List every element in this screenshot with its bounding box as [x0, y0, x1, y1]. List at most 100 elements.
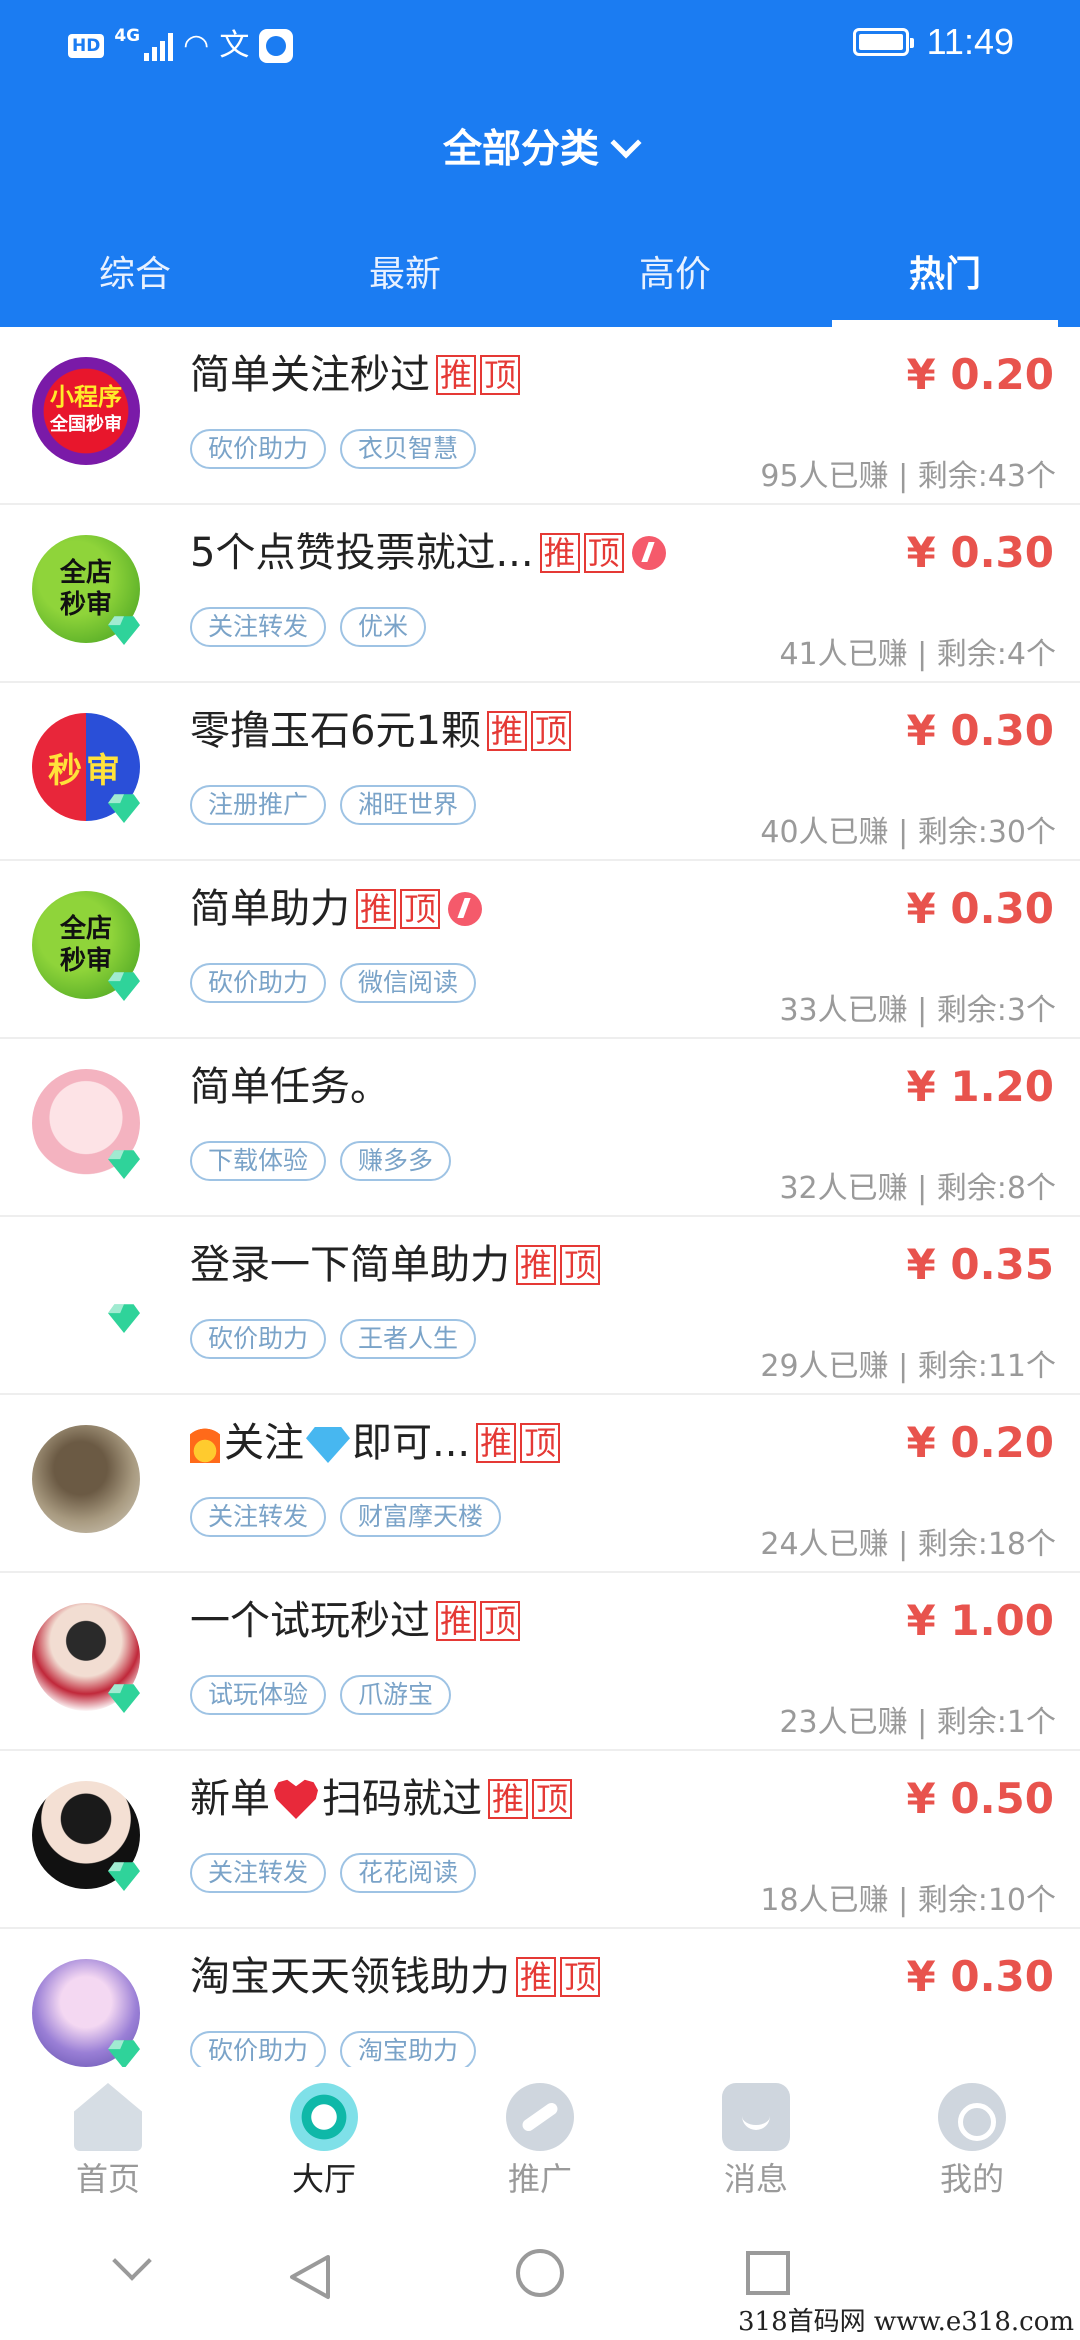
task-title-text: 扫码就过	[322, 1776, 482, 1822]
avatar-text: 小程序	[50, 383, 122, 411]
heart-icon	[274, 1779, 318, 1819]
avatar: 小程序 全国秒审	[32, 357, 140, 465]
diamond-icon	[108, 1301, 140, 1333]
tag: 关注转发	[190, 1497, 327, 1537]
tag-group: 关注转发 花花阅读	[190, 1853, 477, 1893]
list-item[interactable]: 全店 秒审 5个点赞投票就过... 推顶 ¥ 0.30 关注转发 优米 41人已赚 |…	[0, 505, 1080, 683]
recommend-badge: 推	[516, 1245, 557, 1285]
promote-icon	[506, 2083, 574, 2151]
chevron-down-icon	[610, 127, 642, 159]
signal-icon	[144, 31, 174, 61]
nav-label: 大厅	[291, 2160, 356, 2198]
avatar-text: 秒审	[59, 946, 112, 976]
task-stats: 18人已赚 | 剩余:10个	[760, 1883, 1056, 1918]
task-title-text: 登录一下简单助力	[190, 1242, 510, 1288]
task-title: 零撸玉石6元1颗推顶	[190, 703, 730, 759]
tag-group: 试玩体验 爪游宝	[190, 1675, 452, 1715]
battery-icon	[852, 28, 914, 56]
list-item[interactable]: 一个试玩秒过推顶 ¥ 1.00 试玩体验 爪游宝 23人已赚 | 剩余:1个	[0, 1573, 1080, 1751]
back-icon[interactable]	[288, 2253, 332, 2301]
top-badge: 顶	[532, 1779, 573, 1819]
message-icon	[722, 2083, 790, 2151]
tag: 关注转发	[190, 607, 327, 647]
task-title: 简单关注秒过推顶	[190, 347, 730, 403]
home-circle-icon[interactable]	[516, 2249, 564, 2297]
nav-item-promote[interactable]: 推广	[432, 2067, 648, 2207]
nav-item-messages[interactable]: 消息	[648, 2067, 864, 2207]
page-title: 全部分类	[442, 127, 599, 172]
diamond-icon	[108, 1147, 140, 1179]
task-price: ¥ 0.30	[906, 884, 1054, 933]
task-title-text: 5个点赞投票就过...	[190, 530, 534, 576]
task-stats: 40人已赚 | 剩余:30个	[760, 815, 1056, 850]
task-title-text: 零撸玉石6元1颗	[190, 708, 481, 754]
profile-icon	[938, 2083, 1006, 2151]
recommend-badge: 推	[436, 355, 477, 395]
recommend-badge: 推	[516, 1957, 557, 1997]
avatar-text: 全国秒审	[50, 414, 122, 435]
list-item[interactable]: 全店 秒审 简单助力推顶 ¥ 0.30 砍价助力 微信阅读 33人已赚 | 剩余:3…	[0, 861, 1080, 1039]
task-price: ¥ 0.30	[906, 528, 1054, 577]
top-badge: 顶	[480, 355, 521, 395]
tag: 砍价助力	[190, 429, 327, 469]
tab-high-price[interactable]: 高价	[540, 240, 810, 327]
system-nav-bar: 318首码网 www.e318.com	[0, 2207, 1080, 2340]
app-notification-icon	[259, 29, 294, 63]
tag: 淘宝助力	[340, 2031, 477, 2067]
tab-latest[interactable]: 最新	[270, 240, 540, 327]
tab-hot[interactable]: 热门	[810, 240, 1080, 327]
task-stats: 33人已赚 | 剩余:3个	[779, 993, 1056, 1028]
tag-group: 关注转发 财富摩天楼	[190, 1497, 502, 1537]
status-bar: HD 4G ◠ 文 11:49	[0, 0, 1080, 92]
nav-item-home[interactable]: 首页	[0, 2067, 216, 2207]
task-stats: 24人已赚 | 剩余:18个	[760, 1527, 1056, 1562]
list-item[interactable]: 小程序 全国秒审 简单关注秒过推顶 ¥ 0.20 砍价助力 衣贝智慧 95人已赚 |…	[0, 327, 1080, 505]
tag-group: 砍价助力 微信阅读	[190, 963, 477, 1003]
tag: 砍价助力	[190, 2031, 327, 2067]
tag: 砍价助力	[190, 1319, 327, 1359]
category-selector[interactable]: 全部分类	[0, 120, 1080, 180]
top-badge: 顶	[400, 889, 441, 929]
top-badge: 顶	[480, 1601, 521, 1641]
network-type: 4G	[114, 26, 141, 46]
diamond-icon	[108, 613, 140, 645]
nav-label: 我的	[939, 2160, 1004, 2198]
task-price: ¥ 0.20	[906, 1418, 1054, 1467]
tab-comprehensive[interactable]: 综合	[0, 240, 270, 327]
task-price: ¥ 0.20	[906, 350, 1054, 399]
chevron-down-icon[interactable]	[112, 2241, 152, 2281]
tag: 财富摩天楼	[340, 1497, 502, 1537]
watermark: 318首码网 www.e318.com	[738, 2307, 1074, 2337]
tag: 优米	[340, 607, 427, 647]
list-item[interactable]: 淘宝天天领钱助力推顶 ¥ 0.30 砍价助力 淘宝助力	[0, 1929, 1080, 2067]
task-price: ¥ 0.30	[906, 706, 1054, 755]
tag: 衣贝智慧	[340, 429, 477, 469]
avatar-text: 秒审	[48, 750, 124, 791]
tag: 微信阅读	[340, 963, 477, 1003]
list-item[interactable]: 关注 即可... 推顶 ¥ 0.20 关注转发 财富摩天楼 24人已赚 | 剩余:18…	[0, 1395, 1080, 1573]
recent-apps-icon[interactable]	[746, 2251, 790, 2295]
top-badge: 顶	[530, 711, 571, 751]
tag-group: 注册推广 湘旺世界	[190, 785, 477, 825]
task-price: ¥ 0.50	[906, 1774, 1054, 1823]
list-item[interactable]: 秒审 零撸玉石6元1颗推顶 ¥ 0.30 注册推广 湘旺世界 40人已赚 | 剩余…	[0, 683, 1080, 861]
diamond-icon	[108, 969, 140, 1001]
tag: 湘旺世界	[340, 785, 477, 825]
list-item[interactable]: 登录一下简单助力推顶 ¥ 0.35 砍价助力 王者人生 29人已赚 | 剩余:11…	[0, 1217, 1080, 1395]
task-price: ¥ 0.35	[906, 1240, 1054, 1289]
fire-icon	[190, 1423, 220, 1463]
list-item[interactable]: 简单任务。 ¥ 1.20 下载体验 赚多多 32人已赚 | 剩余:8个	[0, 1039, 1080, 1217]
tag-group: 砍价助力 淘宝助力	[190, 2031, 477, 2067]
nav-item-hall[interactable]: 大厅	[216, 2067, 432, 2207]
task-title: 一个试玩秒过推顶	[190, 1593, 730, 1649]
task-price: ¥ 0.30	[906, 1952, 1054, 2001]
task-title-text: 关注	[224, 1420, 304, 1466]
task-title-text: 即可...	[352, 1420, 471, 1466]
list-item[interactable]: 新单 扫码就过推顶 ¥ 0.50 关注转发 花花阅读 18人已赚 | 剩余:10个	[0, 1751, 1080, 1929]
nav-item-profile[interactable]: 我的	[864, 2067, 1080, 2207]
avatar-text: 全店	[59, 914, 112, 944]
translate-icon: 文	[219, 28, 250, 63]
tag: 赚多多	[340, 1141, 452, 1181]
avatar-text: 全店	[59, 558, 112, 588]
recommend-badge: 推	[539, 533, 580, 573]
